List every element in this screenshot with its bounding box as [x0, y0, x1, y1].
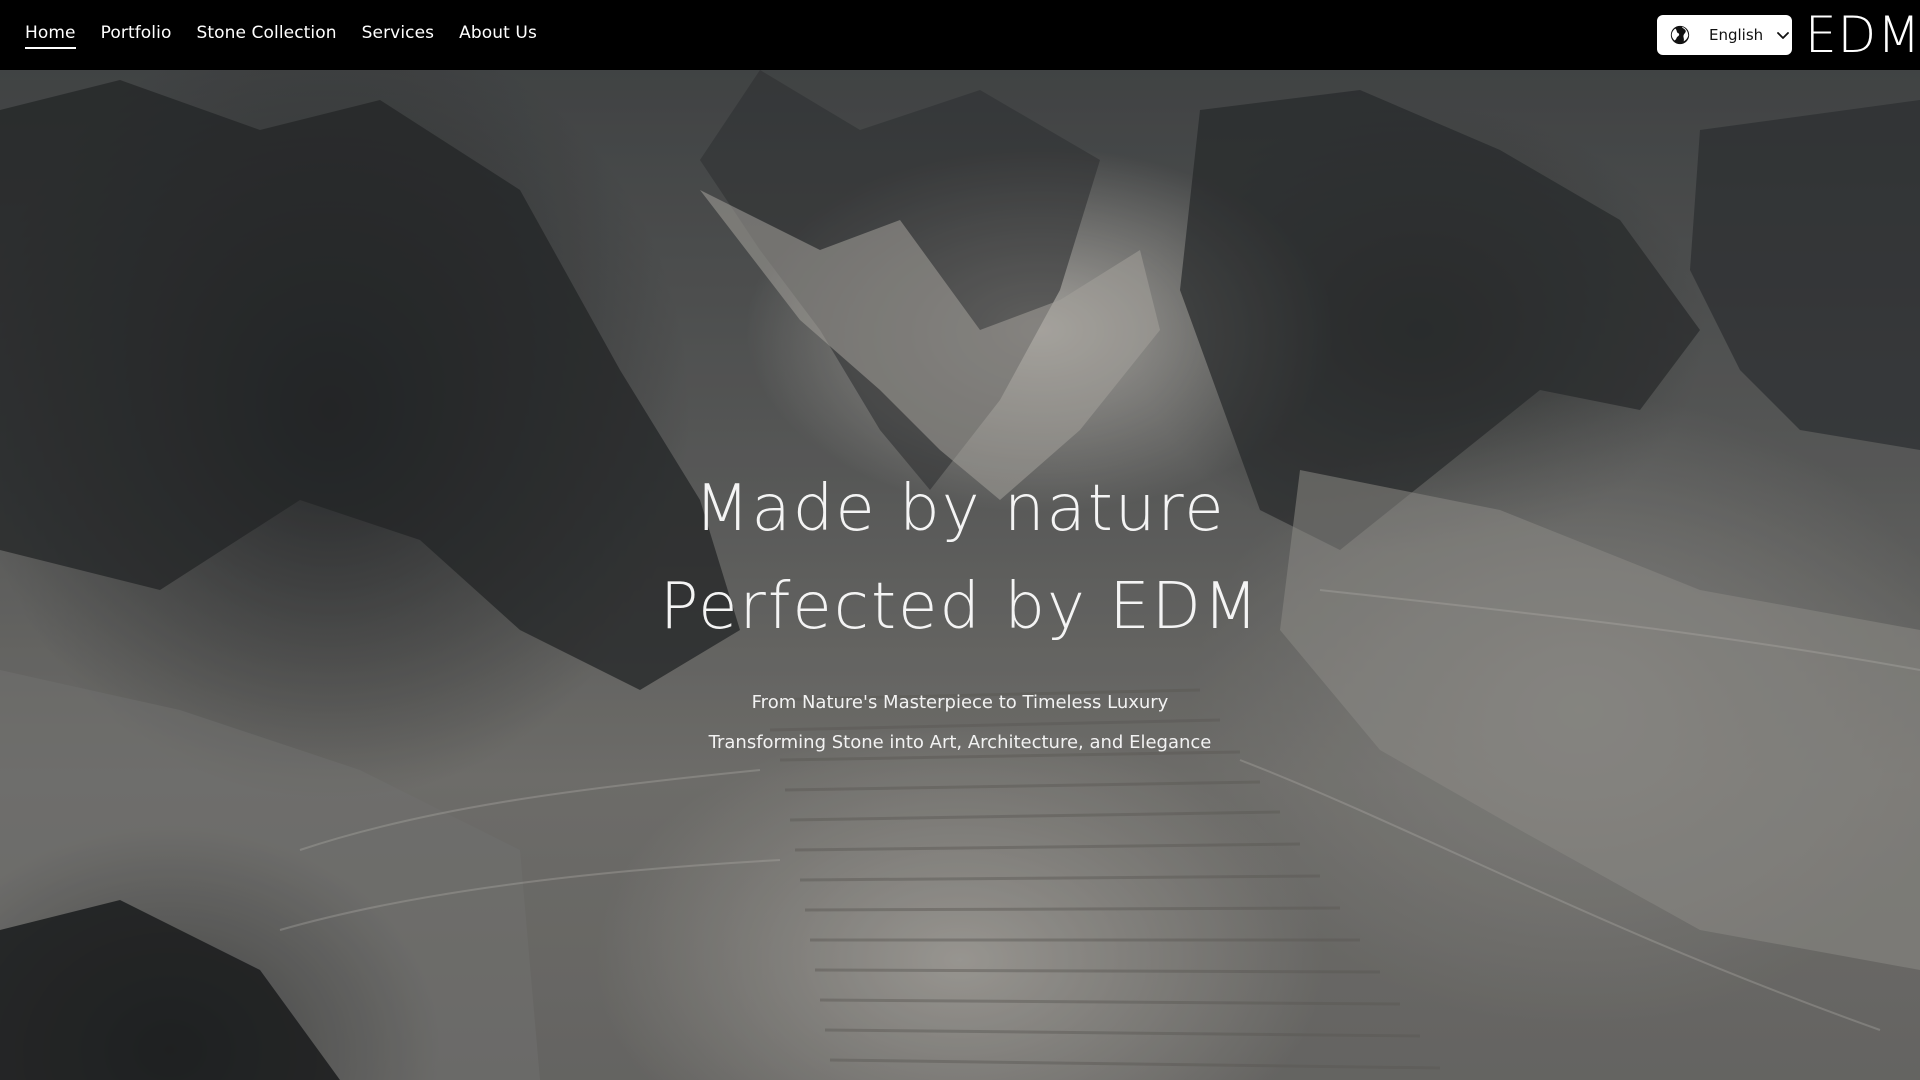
hero-subline-1: From Nature's Masterpiece to Timeless Lu…: [751, 692, 1169, 713]
nav-item-portfolio[interactable]: Portfolio: [101, 23, 172, 47]
language-selector[interactable]: English: [1657, 15, 1792, 55]
hero-subline-2: Transforming Stone into Art, Architectur…: [708, 732, 1212, 753]
nav-item-services[interactable]: Services: [362, 23, 435, 47]
chevron-down-icon: [1777, 32, 1790, 39]
hero-headline-line-1: Made by nature: [694, 472, 1226, 546]
nav-item-stone-collection[interactable]: Stone Collection: [196, 23, 336, 47]
nav-item-home[interactable]: Home: [25, 23, 76, 49]
brand-logo[interactable]: EDM: [1805, 6, 1920, 64]
language-label: English: [1709, 26, 1764, 44]
hero-headline-line-2: Perfected by EDM: [659, 570, 1261, 644]
top-navigation-bar: Home Portfolio Stone Collection Services…: [0, 0, 1920, 70]
main-nav: Home Portfolio Stone Collection Services…: [25, 0, 562, 70]
globe-icon: [1670, 25, 1690, 45]
nav-item-about-us[interactable]: About Us: [459, 23, 537, 47]
